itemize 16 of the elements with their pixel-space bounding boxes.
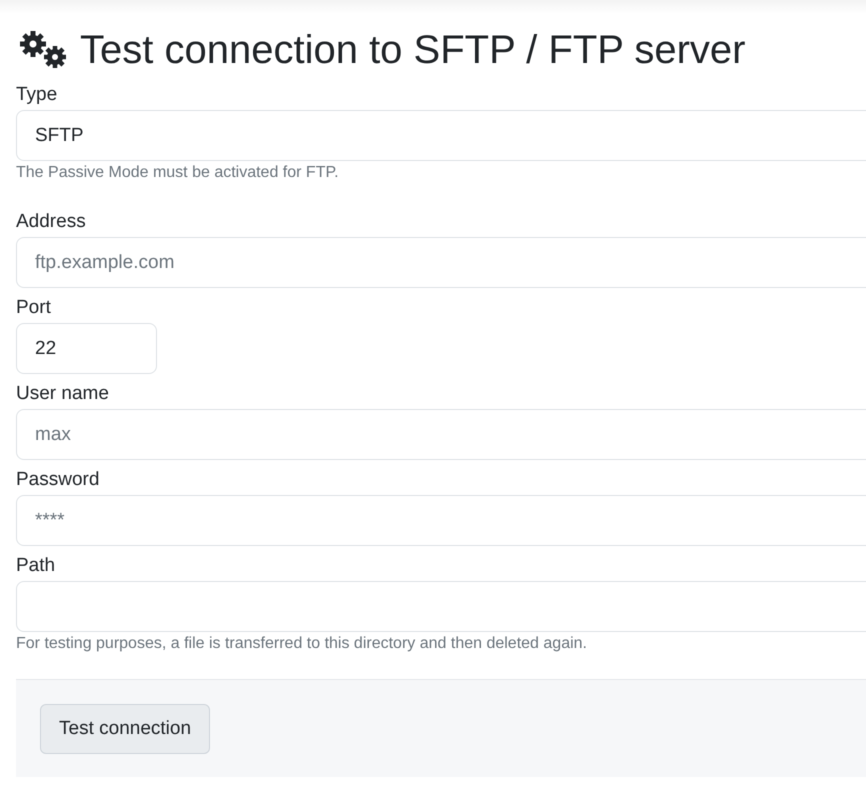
field-label: User name [16, 383, 110, 405]
field-label: Address [16, 211, 87, 233]
field-label: Type [16, 84, 58, 106]
field-label: Port [16, 297, 52, 319]
input-field[interactable]: **** [16, 495, 866, 546]
help-text: The Passive Mode must be activated for FTP. [16, 164, 340, 182]
help-text: For testing purposes, a file is transferred to this directory and then deleted again. [16, 635, 588, 653]
type-select[interactable]: SFTP [16, 110, 866, 161]
input-field[interactable]: max [16, 409, 866, 460]
field-label: Password [16, 469, 100, 491]
field-label: Path [16, 555, 56, 577]
page-title: Test connection to SFTP / FTP server [80, 27, 746, 74]
input-field[interactable] [16, 581, 866, 632]
input-field[interactable]: ftp.example.com [16, 237, 866, 288]
input-field[interactable]: 22 [16, 323, 157, 374]
test-connection-button[interactable]: Test connection [40, 704, 210, 754]
